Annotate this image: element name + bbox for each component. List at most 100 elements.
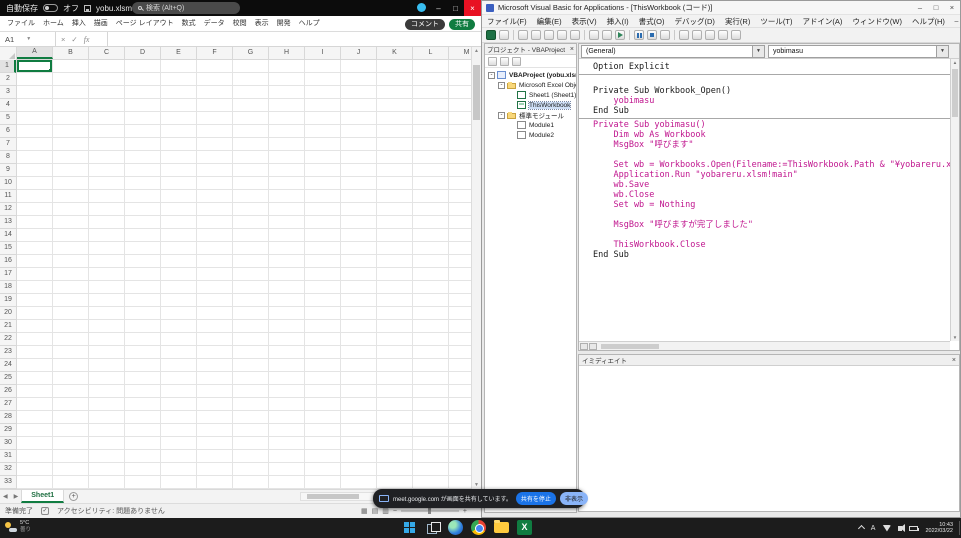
row-header-27[interactable]: 27 xyxy=(0,398,16,411)
ribbon-tab-6[interactable]: データ xyxy=(200,16,229,31)
help-icon[interactable] xyxy=(731,30,741,40)
ribbon-tab-9[interactable]: 開発 xyxy=(273,16,295,31)
code-scroll-up-icon[interactable]: ▲ xyxy=(951,59,959,66)
chrome-icon[interactable] xyxy=(471,520,486,535)
column-header-L[interactable]: L xyxy=(413,47,449,59)
view-object-icon[interactable] xyxy=(500,57,509,66)
row-header-8[interactable]: 8 xyxy=(0,151,16,164)
row-header-17[interactable]: 17 xyxy=(0,268,16,281)
find-icon[interactable] xyxy=(570,30,580,40)
vbe-close-button[interactable]: × xyxy=(944,3,960,12)
zoom-in-button[interactable]: + xyxy=(463,508,467,515)
project-tree-item-1[interactable]: -Microsoft Excel Object xyxy=(485,80,576,90)
page-layout-view-icon[interactable]: ▤ xyxy=(372,507,379,515)
ribbon-tab-10[interactable]: ヘルプ xyxy=(295,16,324,31)
row-header-2[interactable]: 2 xyxy=(0,73,16,86)
code-vscroll-thumb[interactable] xyxy=(952,69,958,117)
battery-icon[interactable] xyxy=(909,526,918,531)
row-header-21[interactable]: 21 xyxy=(0,320,16,333)
ime-indicator[interactable]: A xyxy=(871,525,876,532)
procedure-dropdown[interactable]: yobimasu xyxy=(768,45,949,58)
column-header-J[interactable]: J xyxy=(341,47,377,59)
menu-item-8[interactable]: アドイン(A) xyxy=(797,16,847,27)
project-tree-item-6[interactable]: Module2 xyxy=(485,130,576,140)
row-header-31[interactable]: 31 xyxy=(0,450,16,463)
stop-sharing-button[interactable]: 共有を停止 xyxy=(516,492,556,505)
cut-icon[interactable] xyxy=(531,30,541,40)
maximize-button[interactable]: □ xyxy=(447,0,464,16)
row-header-14[interactable]: 14 xyxy=(0,229,16,242)
full-module-view-button[interactable] xyxy=(589,343,597,350)
explorer-icon[interactable] xyxy=(494,522,509,533)
row-header-11[interactable]: 11 xyxy=(0,190,16,203)
vertical-scrollbar[interactable]: ▲ ▼ xyxy=(471,47,481,489)
sheet-tab-sheet1[interactable]: Sheet1 xyxy=(21,490,64,503)
column-header-B[interactable]: B xyxy=(53,47,89,59)
close-button[interactable]: × xyxy=(464,0,481,16)
redo-icon[interactable] xyxy=(602,30,612,40)
add-sheet-button[interactable]: + xyxy=(69,492,78,501)
minimize-button[interactable]: – xyxy=(430,0,447,16)
weather-widget[interactable]: 5°C 曇り xyxy=(5,520,31,533)
avatar[interactable] xyxy=(417,3,426,12)
column-header-H[interactable]: H xyxy=(269,47,305,59)
immediate-close-icon[interactable]: × xyxy=(952,357,956,364)
toggle-folders-icon[interactable] xyxy=(512,57,521,66)
comments-button[interactable]: コメント xyxy=(405,19,445,30)
autosave-toggle[interactable] xyxy=(43,4,58,12)
view-code-icon[interactable] xyxy=(488,57,497,66)
hide-share-bar-button[interactable]: 非表示 xyxy=(560,492,588,505)
volume-icon[interactable] xyxy=(898,526,902,531)
select-all-corner[interactable] xyxy=(0,47,17,60)
ribbon-tab-4[interactable]: ページ レイアウト xyxy=(112,16,178,31)
ribbon-tab-8[interactable]: 表示 xyxy=(251,16,273,31)
name-box-dropdown-icon[interactable]: ▼ xyxy=(26,36,31,42)
column-header-M[interactable]: M xyxy=(449,47,471,59)
row-header-16[interactable]: 16 xyxy=(0,255,16,268)
code-editor[interactable]: Option ExplicitPrivate Sub Workbook_Open… xyxy=(579,59,950,341)
wifi-icon[interactable] xyxy=(882,525,891,532)
row-header-29[interactable]: 29 xyxy=(0,424,16,437)
scroll-down-icon[interactable]: ▼ xyxy=(472,481,481,489)
column-header-E[interactable]: E xyxy=(161,47,197,59)
row-header-18[interactable]: 18 xyxy=(0,281,16,294)
ribbon-tab-3[interactable]: 描画 xyxy=(90,16,112,31)
toolbox-icon[interactable] xyxy=(718,30,728,40)
project-explorer-icon[interactable] xyxy=(679,30,689,40)
menu-item-9[interactable]: ウィンドウ(W) xyxy=(847,16,907,27)
row-header-6[interactable]: 6 xyxy=(0,125,16,138)
taskbar-clock[interactable]: 10:43 2022/03/22 xyxy=(925,522,953,535)
menu-item-2[interactable]: 表示(V) xyxy=(567,16,602,27)
column-header-I[interactable]: I xyxy=(305,47,341,59)
menu-item-1[interactable]: 編集(E) xyxy=(532,16,567,27)
horizontal-scrollbar-thumb[interactable] xyxy=(307,494,359,499)
project-panel-close-icon[interactable]: × xyxy=(570,46,574,53)
menu-item-5[interactable]: デバッグ(D) xyxy=(670,16,720,27)
view-excel-icon[interactable] xyxy=(486,30,496,40)
prev-sheet-icon[interactable]: ◀ xyxy=(0,493,11,500)
paste-icon[interactable] xyxy=(557,30,567,40)
row-header-32[interactable]: 32 xyxy=(0,463,16,476)
column-header-F[interactable]: F xyxy=(197,47,233,59)
column-header-G[interactable]: G xyxy=(233,47,269,59)
expander-icon[interactable]: - xyxy=(488,72,495,79)
menu-item-7[interactable]: ツール(T) xyxy=(755,16,797,27)
insert-userform-icon[interactable] xyxy=(499,30,509,40)
row-header-4[interactable]: 4 xyxy=(0,99,16,112)
code-scroll-down-icon[interactable]: ▼ xyxy=(951,334,959,341)
code-vertical-scrollbar[interactable]: ▲ ▼ xyxy=(950,59,959,341)
row-header-28[interactable]: 28 xyxy=(0,411,16,424)
row-header-1[interactable]: 1 xyxy=(0,60,16,73)
save-icon[interactable] xyxy=(518,30,528,40)
row-header-19[interactable]: 19 xyxy=(0,294,16,307)
row-header-23[interactable]: 23 xyxy=(0,346,16,359)
share-button[interactable]: 共有 xyxy=(449,19,475,30)
project-tree-item-3[interactable]: ThisWorkbook xyxy=(485,100,576,110)
zoom-slider-thumb[interactable] xyxy=(428,508,431,514)
expander-icon[interactable]: - xyxy=(498,112,505,119)
project-tree-item-2[interactable]: Sheet1 (Sheet1) xyxy=(485,90,576,100)
row-header-13[interactable]: 13 xyxy=(0,216,16,229)
project-tree-item-4[interactable]: -標準モジュール xyxy=(485,110,576,120)
row-header-15[interactable]: 15 xyxy=(0,242,16,255)
selected-cell-a1[interactable] xyxy=(17,60,52,72)
